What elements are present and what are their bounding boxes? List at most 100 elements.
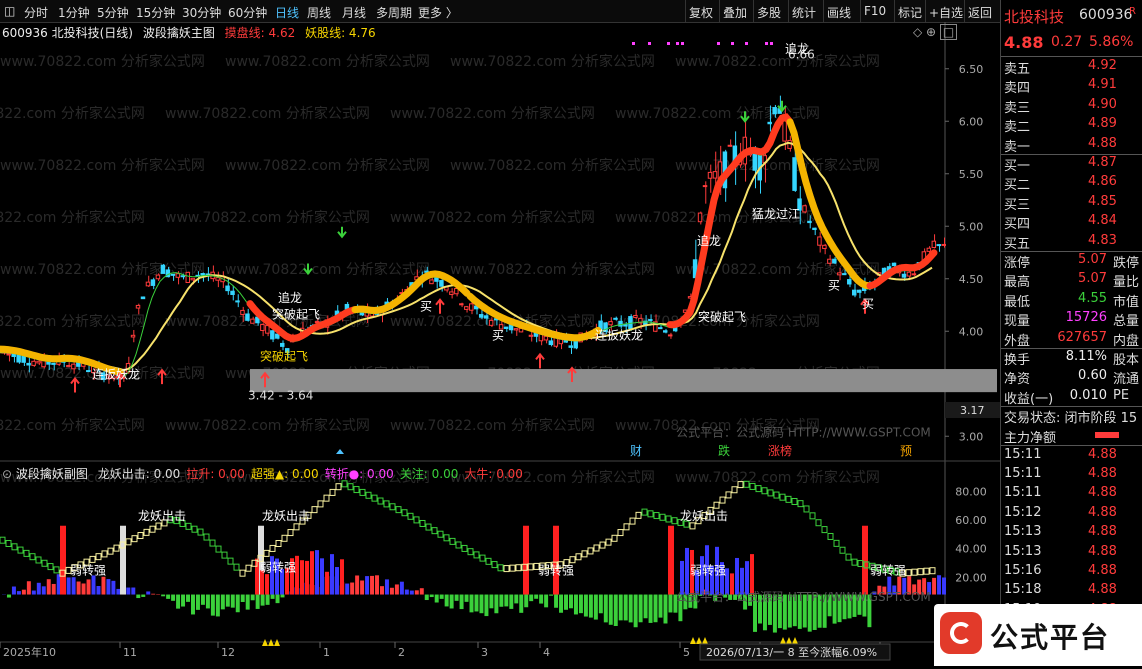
menu-right-7[interactable]: +自选 [929,4,963,21]
menu-6[interactable]: 日线 [275,4,299,21]
super-triangle-2-0 [780,637,786,644]
time-tick-5: 3 [481,646,488,659]
main-net-label[interactable]: 主力净额 [1004,427,1056,446]
tick-row-7: 15:184.88 [1001,582,1142,599]
osc-step [198,529,203,535]
logo-text: 公式平台 [990,616,1110,656]
menu-9[interactable]: 多周期 [376,4,412,21]
osc-step [660,514,665,520]
menu-7[interactable]: 周线 [307,4,331,21]
tick-row-4-label: 15:13 [1004,524,1041,539]
menu-1[interactable]: 1分钟 [58,4,90,21]
sub-legend-item-3: 转折●: 0.00 [325,467,394,481]
anno-wm1: 公式平台：公式源码 HTTP://WWW.GSPT.COM [676,424,931,439]
osc-bar [470,595,474,613]
osc-bar [97,586,101,595]
time-tick-4: 2 [398,646,405,659]
osc-step [510,565,515,571]
sub-indicator-name[interactable]: 波段擒妖副图 [16,467,88,481]
menu-3[interactable]: 15分钟 [136,4,175,21]
r-mark: R [1129,6,1136,17]
buy-row-4-label: 买五 [1004,233,1030,252]
sub-anno-ruo3: 弱转强 [538,562,574,577]
menu-right-2[interactable]: 多股 [757,4,781,21]
candle-body [768,122,771,123]
osc-step [666,516,671,522]
tick-row-1: 15:114.88 [1001,466,1142,483]
chart-controls[interactable]: ◇ ⊕ □ [913,25,957,39]
osc-bar [445,595,449,607]
top-dot-7 [745,42,748,45]
menu-right-4[interactable]: 画线 [827,4,851,21]
osc-step [636,512,641,518]
menu-right-1[interactable]: 叠加 [723,4,747,21]
candle-body [569,346,572,348]
top-dot-0 [632,42,635,45]
top-dot-1 [648,42,651,45]
sub-anno-longyao2: 龙妖出击 [262,509,310,523]
osc-step [780,494,785,500]
tick-row-0-label: 15:11 [1004,447,1041,462]
osc-bar [514,595,518,604]
osc-bar [236,595,240,613]
menu-right-0[interactable]: 复权 [689,4,713,21]
logo-icon [940,612,982,654]
candle-body [226,286,229,291]
sub-anno-ruo1: 弱转强 [70,562,106,577]
price-tick-7: 3.00 [959,430,984,443]
osc-step [588,548,593,554]
sub-anno-wm2: 公式平台：公式源码 HTTP://WWW.GSPT.COM [676,589,931,604]
menu-5[interactable]: 60分钟 [228,4,267,21]
sell-row-3-value: 4.89 [1088,116,1142,131]
osc-step [222,552,227,558]
candle-body [22,356,25,362]
menu-right-3[interactable]: 统计 [792,4,816,21]
time-tick-7: 5 [683,646,690,659]
menu-8[interactable]: 月线 [342,4,366,21]
osc-bar [151,594,155,595]
cluster-bar [735,558,739,595]
candle-body [52,363,55,364]
menu-10[interactable]: 更多 〉 [418,4,458,21]
main-indicator-name[interactable]: 波段擒妖主图 [143,26,215,40]
osc-bar [395,584,399,594]
sub-settings-icon[interactable]: ⊙ [2,467,12,481]
line2-label: 妖股线: 4.76 [305,26,376,40]
candle-body [848,280,851,284]
menu-0[interactable]: 分时 [24,4,48,21]
osc-bar [22,590,26,595]
osc-step [624,524,629,530]
osc-step [438,531,443,537]
candle-body [673,328,676,331]
menu-right-6[interactable]: 标记 [898,4,922,21]
candle-body [659,328,662,329]
candle-body [281,343,284,346]
chart-area[interactable]: www.70822.com 分析家公式网 www.70822.com 分析家公式网… [0,22,1000,666]
stat-row-1-extra: 量比 [1113,271,1139,290]
candle-body [276,334,279,338]
watermark: www.70822.com 分析家公式网 [0,417,145,434]
watermark: www.70822.com 分析家公式网 [450,261,655,278]
osc-bar [231,595,235,608]
buy-arrow-0 [71,379,79,393]
sell-row-0-label: 卖五 [1004,58,1030,77]
stat-row-0-label: 涨停 [1004,252,1030,271]
candle-body [907,272,910,276]
menu-right-8[interactable]: 返回 [968,4,992,21]
candle-body [514,329,517,330]
stat2-row-2: 收益(一)0.010PE [1001,388,1142,405]
osc-step [810,513,815,519]
price-tick-3: 5.00 [959,220,984,233]
osc-bar [489,595,493,609]
menu-4[interactable]: 30分钟 [182,4,221,21]
osc-step [378,498,383,504]
osc-bar [171,595,175,601]
layout-icon[interactable]: ◫ [4,4,15,18]
menu-2[interactable]: 5分钟 [97,4,129,21]
kline-chart[interactable]: www.70822.com 分析家公式网 www.70822.com 分析家公式网… [0,22,1000,666]
stat2-row-2-label: 收益(一) [1004,388,1053,407]
candle-body [927,248,930,251]
menu-right-5[interactable]: F10 [864,4,886,18]
osc-bar [385,579,389,594]
candle-body [668,335,671,336]
